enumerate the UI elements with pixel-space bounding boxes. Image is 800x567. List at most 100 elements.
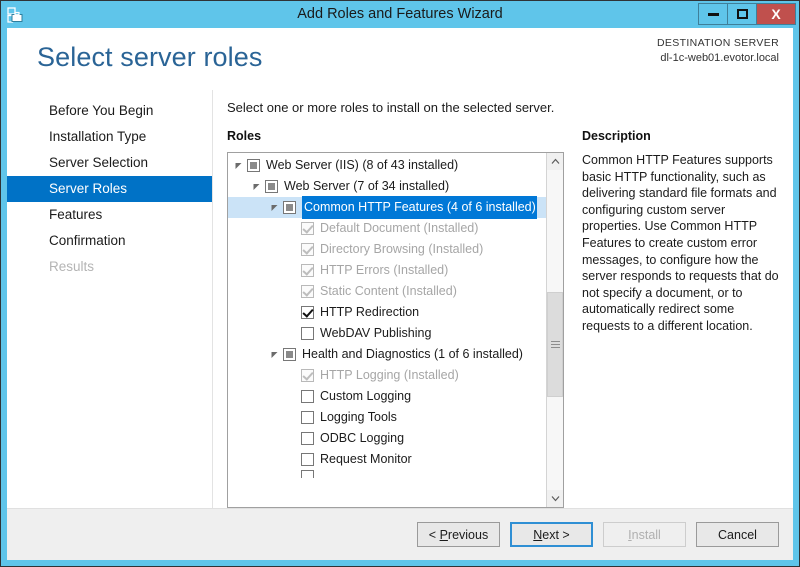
tree-row[interactable]: Logging Tools [228, 407, 546, 428]
expander-expanded-icon[interactable] [231, 162, 247, 170]
previous-button[interactable]: < Previous [417, 522, 500, 547]
next-button[interactable]: Next > [510, 522, 593, 547]
tree-row[interactable]: Default Document (Installed) [228, 218, 546, 239]
expander-expanded-icon[interactable] [249, 183, 265, 191]
role-label: Common HTTP Features (4 of 6 installed) [302, 196, 537, 219]
tree-row[interactable]: Health and Diagnostics (1 of 6 installed… [228, 344, 546, 365]
sidebar-item-before-you-begin[interactable]: Before You Begin [7, 98, 212, 124]
role-checkbox[interactable] [301, 411, 314, 424]
role-label: Logging Tools [320, 410, 397, 424]
role-label: HTTP Logging (Installed) [320, 368, 459, 382]
maximize-icon [736, 9, 748, 19]
close-button[interactable]: X [756, 3, 796, 25]
cancel-button[interactable]: Cancel [696, 522, 779, 547]
role-checkbox[interactable] [265, 180, 278, 193]
client-area: Select server roles DESTINATION SERVER d… [7, 28, 793, 560]
wizard-steps-nav: Before You Begin Installation Type Server … [7, 90, 213, 508]
role-label: HTTP Redirection [320, 305, 420, 319]
role-checkbox [301, 369, 314, 382]
tree-row[interactable]: Custom Logging [228, 386, 546, 407]
description-text: Common HTTP Features supports basic HTTP… [582, 153, 779, 333]
description-header: Description [582, 129, 651, 143]
minimize-button[interactable] [698, 3, 728, 25]
tree-row[interactable]: Static Content (Installed) [228, 281, 546, 302]
role-checkbox[interactable] [247, 159, 260, 172]
maximize-button[interactable] [727, 3, 757, 25]
scroll-down-button[interactable] [547, 490, 563, 507]
scroll-up-button[interactable] [547, 153, 563, 170]
destination-server-label: DESTINATION SERVER [656, 37, 779, 49]
tree-row[interactable] [228, 470, 546, 478]
scrollbar-grip-icon [550, 339, 560, 350]
main-content: Select one or more roles to install on t… [213, 90, 793, 508]
sidebar-item-label: Server Selection [49, 155, 149, 170]
sidebar-item-features[interactable]: Features [7, 202, 212, 228]
destination-server-value: dl-1c-web01.evotor.local [660, 52, 779, 65]
role-checkbox[interactable] [283, 201, 296, 214]
button-label: Cancel [718, 527, 757, 542]
role-checkbox [301, 222, 314, 235]
role-checkbox[interactable] [301, 327, 314, 340]
page-header: Select server roles DESTINATION SERVER d… [7, 28, 793, 90]
sidebar-item-confirmation[interactable]: Confirmation [7, 228, 212, 254]
roles-column: Roles Web Server (IIS) (8 of 43 installe… [227, 129, 564, 508]
minimize-icon [707, 12, 719, 16]
page-title: Select server roles [37, 42, 263, 72]
description-column: Description Common HTTP Features support… [564, 129, 779, 508]
sidebar-item-server-selection[interactable]: Server Selection [7, 150, 212, 176]
window-controls: X [698, 3, 796, 25]
tree-row[interactable]: ODBC Logging [228, 428, 546, 449]
expander-expanded-icon[interactable] [267, 351, 283, 359]
role-label: ODBC Logging [320, 431, 405, 445]
tree-row[interactable]: Common HTTP Features (4 of 6 installed) [228, 196, 546, 219]
sidebar-item-label: Confirmation [49, 233, 126, 248]
roles-tree-scrollbar[interactable] [546, 153, 563, 507]
role-checkbox[interactable] [301, 306, 314, 319]
sidebar-item-installation-type[interactable]: Installation Type [7, 124, 212, 150]
tree-row[interactable]: Directory Browsing (Installed) [228, 239, 546, 260]
role-label: Request Monitor [320, 452, 412, 466]
sidebar-item-server-roles[interactable]: Server Roles [7, 176, 212, 202]
role-label: Directory Browsing (Installed) [320, 242, 484, 256]
expander-expanded-icon[interactable] [267, 204, 283, 212]
button-label: Next > [533, 527, 570, 542]
tree-row[interactable]: HTTP Logging (Installed) [228, 365, 546, 386]
instruction-text: Select one or more roles to install on t… [227, 100, 555, 115]
sidebar-item-label: Features [49, 207, 103, 222]
sidebar-item-label: Results [49, 259, 95, 274]
role-label: HTTP Errors (Installed) [320, 263, 449, 277]
role-checkbox[interactable] [301, 453, 314, 466]
content-columns: Roles Web Server (IIS) (8 of 43 installe… [227, 129, 779, 508]
roles-tree-list[interactable]: Web Server (IIS) (8 of 43 installed) Web … [228, 153, 546, 507]
role-checkbox [301, 243, 314, 256]
wizard-window: Add Roles and Features Wizard X Select s… [0, 0, 800, 567]
scrollbar-track[interactable] [547, 170, 563, 490]
tree-row[interactable]: Request Monitor [228, 449, 546, 470]
tree-row[interactable]: HTTP Redirection [228, 302, 546, 323]
scrollbar-thumb[interactable] [547, 291, 563, 398]
tree-row[interactable]: Web Server (7 of 34 installed) [228, 176, 546, 197]
role-checkbox[interactable] [301, 470, 314, 478]
wizard-body: Before You Begin Installation Type Server … [7, 90, 793, 508]
role-label: WebDAV Publishing [320, 326, 432, 340]
role-label: Custom Logging [320, 389, 412, 403]
sidebar-item-results: Results [7, 254, 212, 280]
sidebar-item-label: Server Roles [49, 181, 128, 196]
destination-server: DESTINATION SERVER dl-1c-web01.evotor.lo… [657, 36, 779, 67]
sidebar-item-label: Before You Begin [49, 103, 154, 118]
role-label: Default Document (Installed) [320, 221, 479, 235]
role-checkbox[interactable] [283, 348, 296, 361]
tree-row[interactable]: WebDAV Publishing [228, 323, 546, 344]
roles-tree[interactable]: Web Server (IIS) (8 of 43 installed) Web … [227, 152, 564, 508]
button-label: Install [628, 527, 661, 542]
tree-row[interactable]: HTTP Errors (Installed) [228, 260, 546, 281]
tree-row[interactable]: Web Server (IIS) (8 of 43 installed) [228, 155, 546, 176]
roles-header: Roles [227, 129, 262, 143]
wizard-footer: < Previous Next > Install Cancel [7, 508, 793, 560]
role-checkbox[interactable] [301, 390, 314, 403]
title-bar[interactable]: Add Roles and Features Wizard X [1, 1, 799, 28]
role-checkbox[interactable] [301, 432, 314, 445]
role-label: Web Server (7 of 34 installed) [284, 179, 450, 193]
window-title: Add Roles and Features Wizard [297, 6, 503, 22]
role-label: Web Server (IIS) (8 of 43 installed) [266, 158, 459, 172]
